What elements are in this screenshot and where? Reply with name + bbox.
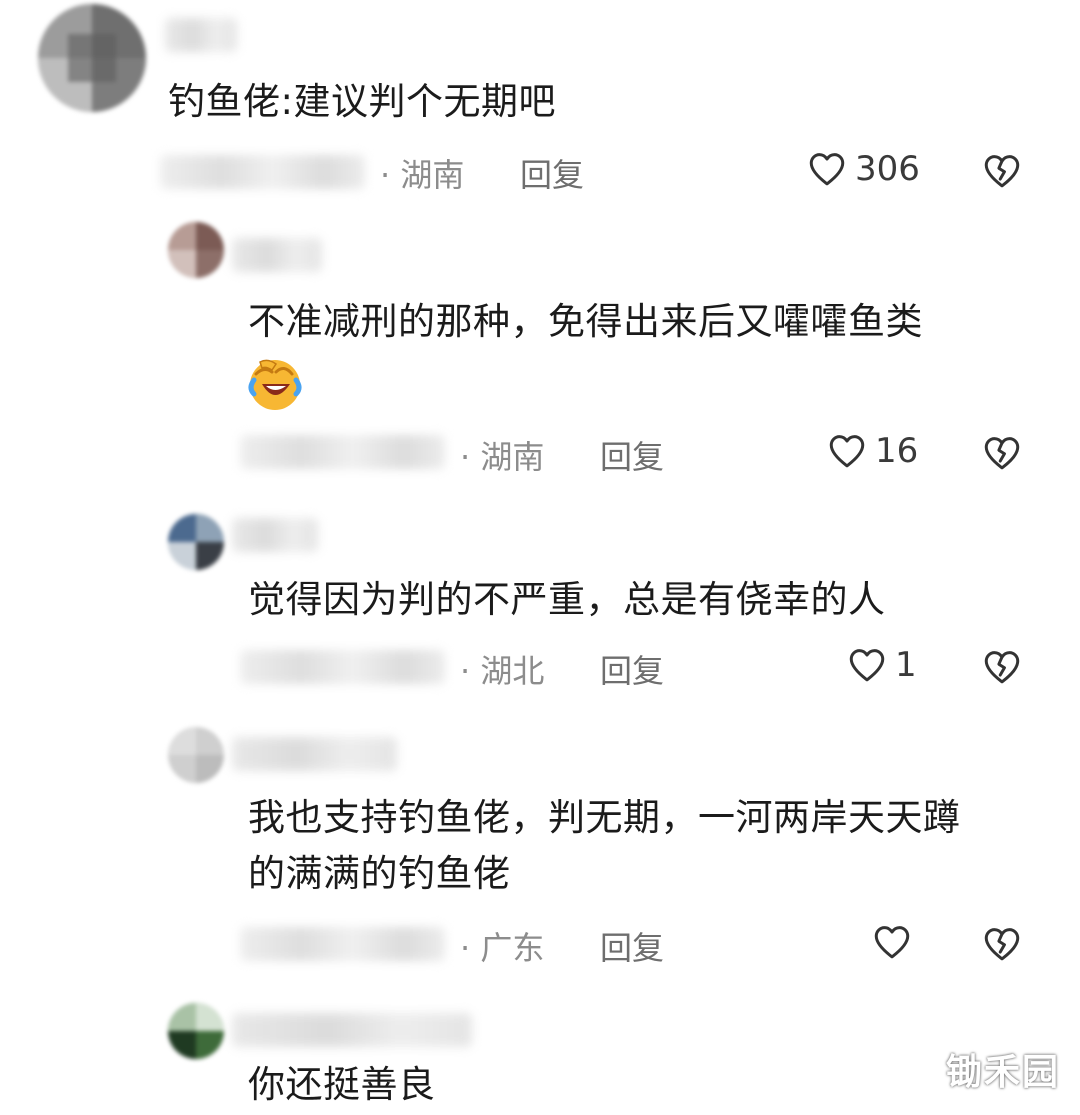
location-label: · 湖南 <box>380 156 465 194</box>
comment-4: 我也支持钓鱼佬，判无期，一河两岸天天蹲 的满满的钓鱼佬 · 广东 回复 <box>0 715 1080 985</box>
reply-button[interactable]: 回复 <box>600 432 664 478</box>
dislike-button[interactable] <box>980 646 1024 688</box>
comment-5: 你还挺善良 <box>0 995 1080 1115</box>
heart-icon <box>805 148 849 190</box>
username-blurred[interactable] <box>232 1013 472 1047</box>
watermark: 锄禾园 <box>945 1052 1060 1093</box>
avatar[interactable] <box>38 4 146 112</box>
comment-text: 钓鱼佬:建议判个无期吧 <box>168 80 556 123</box>
heart-icon <box>870 921 914 963</box>
comment-text: 我也支持钓鱼佬，判无期，一河两岸天天蹲 的满满的钓鱼佬 <box>248 790 1048 902</box>
username-blurred[interactable] <box>232 737 397 771</box>
location-label: · 湖南 <box>460 438 545 476</box>
laughing-crying-emoji-icon <box>246 354 302 410</box>
heart-icon <box>845 644 889 686</box>
comment-text: 觉得因为判的不严重，总是有侥幸的人 <box>248 578 886 621</box>
broken-heart-icon <box>980 646 1024 688</box>
broken-heart-icon <box>980 150 1024 192</box>
username-blurred[interactable] <box>165 18 237 52</box>
dislike-button[interactable] <box>980 923 1024 965</box>
like-count: 16 <box>875 431 919 471</box>
comment-text-line-2: 的满满的钓鱼佬 <box>248 852 511 895</box>
like-count: 306 <box>855 149 920 189</box>
broken-heart-icon <box>980 432 1024 474</box>
broken-heart-icon <box>980 923 1024 965</box>
timestamp-blurred <box>240 927 445 961</box>
comment-1: 钓鱼佬:建议判个无期吧 · 湖南 回复 306 <box>0 0 1080 210</box>
comment-3: 觉得因为判的不严重，总是有侥幸的人 · 湖北 回复 1 <box>0 500 1080 710</box>
like-button[interactable]: 306 <box>805 148 920 190</box>
heart-icon <box>825 430 869 472</box>
avatar[interactable] <box>168 514 224 570</box>
like-button[interactable]: 1 <box>845 644 917 686</box>
username-blurred[interactable] <box>232 238 322 272</box>
like-button[interactable] <box>870 921 920 963</box>
avatar[interactable] <box>168 727 224 783</box>
like-count: 1 <box>895 645 917 685</box>
comment-text: 你还挺善良 <box>248 1063 436 1106</box>
username-blurred[interactable] <box>232 518 318 552</box>
avatar[interactable] <box>168 1003 224 1059</box>
timestamp-blurred <box>240 435 445 469</box>
comment-text-line-1: 我也支持钓鱼佬，判无期，一河两岸天天蹲 <box>248 796 961 839</box>
location-label: · 广东 <box>460 929 545 967</box>
reply-button[interactable]: 回复 <box>520 150 584 196</box>
reply-button[interactable]: 回复 <box>600 646 664 692</box>
avatar[interactable] <box>168 222 224 278</box>
like-button[interactable]: 16 <box>825 430 918 472</box>
dislike-button[interactable] <box>980 432 1024 474</box>
location-label: · 湖北 <box>460 652 545 690</box>
dislike-button[interactable] <box>980 150 1024 192</box>
reply-button[interactable]: 回复 <box>600 923 664 969</box>
timestamp-blurred <box>240 650 445 684</box>
timestamp-blurred <box>160 155 365 189</box>
comment-text: 不准减刑的那种，免得出来后又嚯嚯鱼类 <box>248 300 923 343</box>
comment-2: 不准减刑的那种，免得出来后又嚯嚯鱼类 · 湖南 回复 16 <box>0 210 1080 490</box>
